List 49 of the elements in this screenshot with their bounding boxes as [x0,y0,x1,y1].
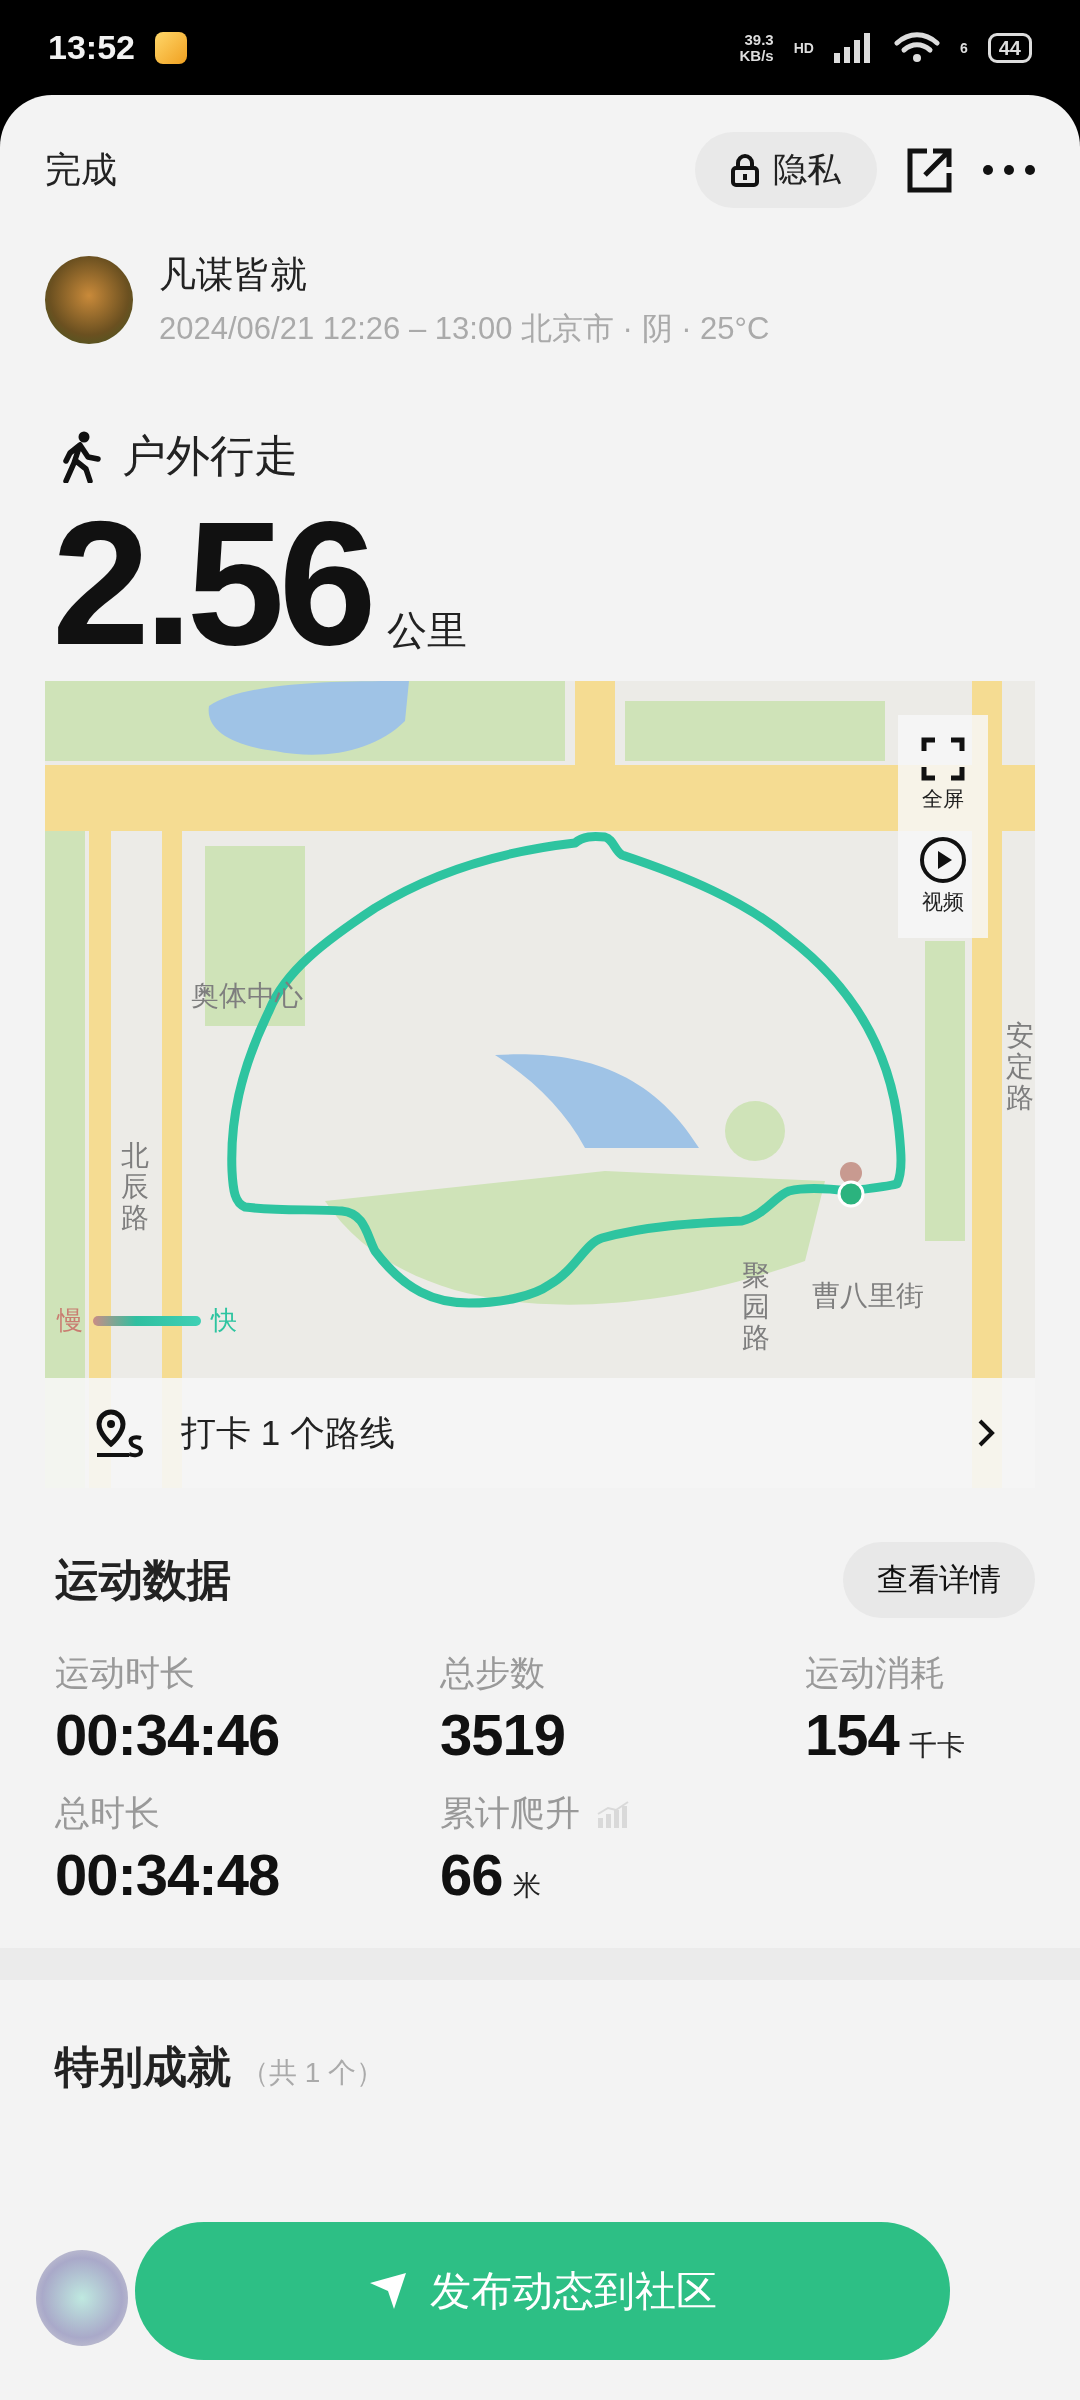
fullscreen-icon [921,737,965,782]
achievement-count: （共 1 个） [241,2056,385,2090]
stat-value: 3519 [440,1701,566,1768]
distance-value: 2.56 [52,486,371,681]
app-notification-icon [154,31,187,64]
battery-indicator: 44 [987,32,1032,63]
network-speed: 39.3 KB/s [739,31,774,64]
stat-label: 运动消耗 [805,1652,945,1694]
lock-icon [731,153,759,187]
stat-unit: 米 [512,1869,541,1903]
legend-fast-label: 快 [211,1304,237,1337]
send-icon [368,2271,408,2311]
more-icon [983,165,1035,175]
chevron-right-icon [977,1418,995,1448]
user-name: 凡谋皆就 [159,253,308,297]
view-details-button[interactable]: 查看详情 [843,1542,1035,1618]
status-time: 13:52 [48,28,135,67]
share-icon [907,147,953,193]
stat-label: 总时长 [55,1792,160,1834]
map-label: 曹八里街 [812,1281,924,1312]
done-button[interactable]: 完成 [45,145,117,195]
section-title: 运动数据 [55,1553,231,1606]
workout-meta: 2024/06/21 12:26 – 13:00 北京市 · 阴 · 25°C [159,310,770,348]
play-icon [919,835,967,884]
stat-label: 运动时长 [55,1652,195,1694]
wifi-icon [893,30,940,65]
fullscreen-button[interactable]: 全屏 [921,737,965,814]
map-label: 安定路 [1006,1021,1034,1114]
legend-slow-label: 慢 [57,1304,83,1337]
map-label: 北辰路 [121,1141,149,1234]
stat-label: 累计爬升 [440,1792,580,1834]
route-checkin-link[interactable]: 打卡 1 个路线 [45,1378,1035,1488]
video-button[interactable]: 视频 [919,835,967,916]
wifi-standard-label: 6 [959,39,968,56]
distance-unit: 公里 [386,607,467,654]
share-button[interactable] [907,147,953,193]
stat-value: 154 [805,1701,899,1768]
stat-label: 总步数 [440,1652,545,1694]
stat-value: 00:34:48 [55,1841,280,1908]
stat-unit: 千卡 [908,1729,965,1763]
section-title: 特别成就 [55,2041,231,2093]
network-type: HD [793,39,814,56]
map-label: 聚园路 [742,1261,770,1354]
activity-type: 户外行走 [122,430,298,482]
stat-value: 66 [440,1841,503,1908]
walking-icon [62,430,102,483]
stat-value: 00:34:46 [55,1701,280,1768]
privacy-button[interactable]: 隐私 [695,132,877,208]
more-button[interactable] [983,165,1035,175]
